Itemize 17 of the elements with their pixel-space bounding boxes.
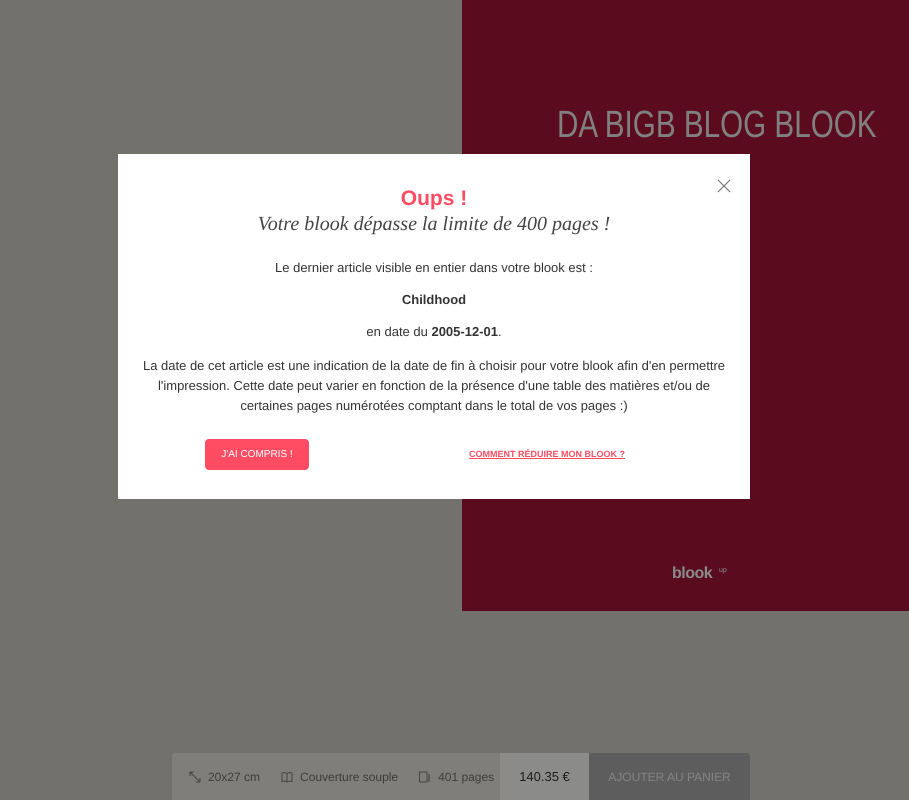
note-text: La date de cet article est une indication de la date de fin à choisir pour votre blook afin d'en permettre l'impression. Cette date peut varier en fonction de la présence d'une table des matières et/ou de certaines pages numérotées comptant dans le total de vos pages :) [142,357,726,415]
intro-text: Le dernier article visible en entier dans votre blook est : [274,260,594,276]
article-title: Childhood [400,292,468,308]
cover-title: DA BIGB BLOG BLOOK [557,106,877,144]
pages-icon [418,770,432,784]
modal-subtitle: Votre blook dépasse la limite de 400 pages ! [256,212,612,236]
help-link[interactable]: COMMENT RÉDUIRE MON BLOOK ? [469,448,625,462]
spec-text: 401 pages [438,768,494,786]
resize-icon [188,770,202,784]
book-icon [280,770,294,784]
spec-text: 20x27 cm [208,768,260,786]
confirm-button[interactable]: J'AI COMPRIS ! [205,439,309,470]
price-label: 140.35 € [500,753,589,800]
date-text: en date du 2005-12-01. [365,324,503,340]
modal-title: Oups ! [400,186,468,212]
spec-text: Couverture souple [300,768,398,786]
brand-logo: blook [672,564,712,584]
